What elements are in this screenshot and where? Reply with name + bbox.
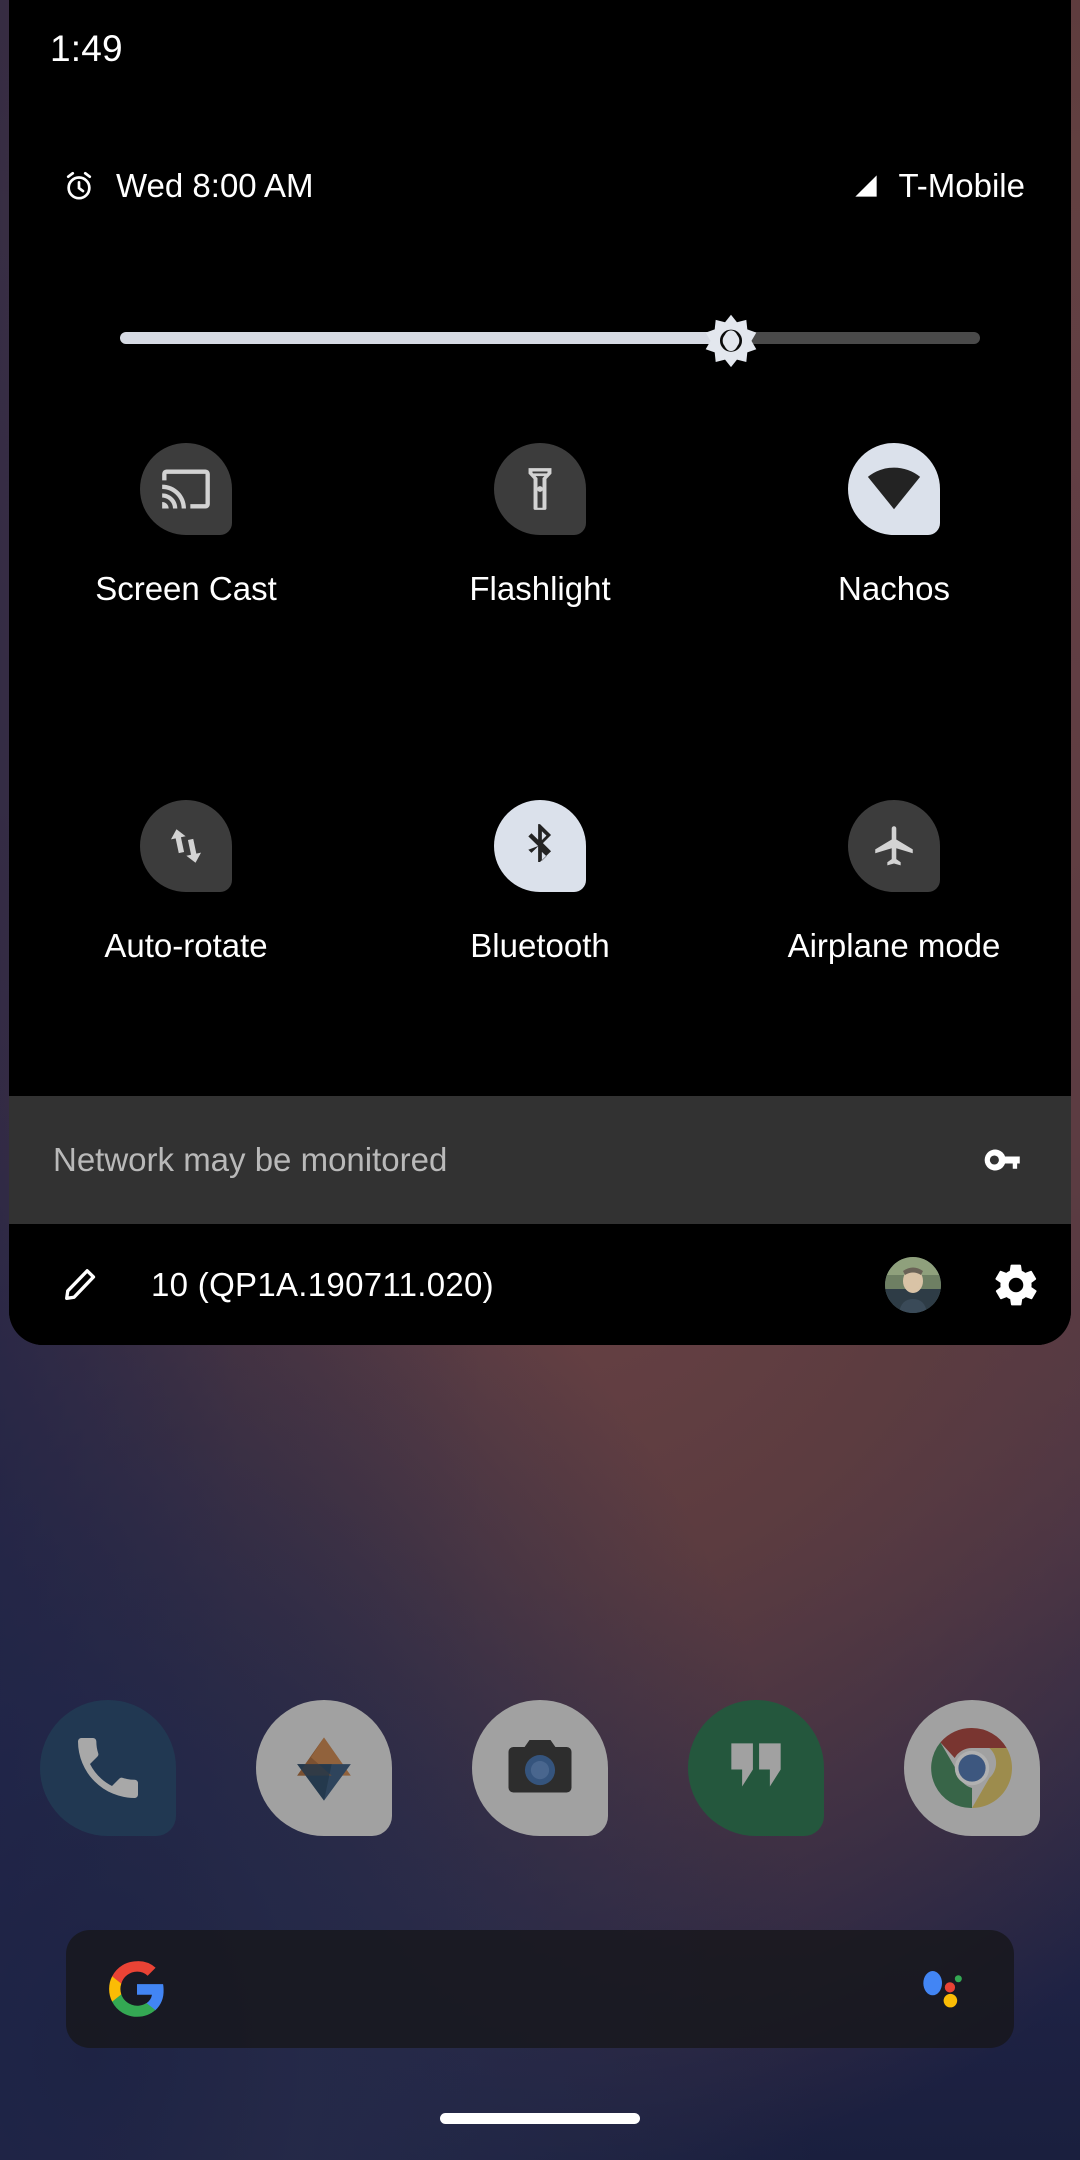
phone-app-icon[interactable]: [40, 1700, 176, 1836]
tile-label-bluetooth: Bluetooth: [470, 927, 610, 964]
quick-settings-tile-row-1: Screen Cast Flashlight Nachos: [9, 443, 1071, 609]
camera-app-icon[interactable]: [472, 1700, 608, 1836]
network-monitored-text: Network may be monitored: [53, 1141, 448, 1178]
brightness-sun-icon[interactable]: [704, 313, 758, 367]
tile-icon-bluetooth[interactable]: [494, 800, 586, 892]
camera-icon: [508, 1740, 572, 1793]
photos-app-icon[interactable]: [256, 1700, 392, 1836]
photos-triangle-icon: [297, 1737, 351, 1801]
bluetooth-icon: [528, 824, 552, 863]
airplane-icon: [875, 826, 913, 866]
signal-bars-icon: [855, 175, 878, 197]
phone-icon: [78, 1738, 138, 1798]
alarm-clock-icon: [66, 171, 92, 200]
tile-flashlight[interactable]: Flashlight: [363, 443, 717, 609]
flashlight-icon: [528, 468, 552, 510]
tile-label-airplane-mode: Airplane mode: [787, 927, 1001, 964]
network-monitored-banner[interactable]: Network may be monitored: [9, 1096, 1071, 1224]
brightness-slider[interactable]: [120, 314, 980, 367]
tile-icon-auto-rotate[interactable]: [140, 800, 232, 892]
tile-label-flashlight: Flashlight: [469, 570, 611, 607]
status-bar: 1:49: [9, 0, 1071, 96]
hangouts-icon: [731, 1743, 781, 1787]
tile-label-auto-rotate: Auto-rotate: [104, 927, 268, 964]
quick-settings-panel: 1:49 Wed 8:00 AM T-Mobile Screen Cast Fl…: [9, 0, 1071, 1345]
carrier-name: T-Mobile: [898, 167, 1025, 204]
tile-icon-screen-cast[interactable]: [140, 443, 232, 535]
status-bar-clock: 1:49: [50, 28, 123, 69]
alarm-text: Wed 8:00 AM: [116, 167, 314, 204]
tile-screen-cast[interactable]: Screen Cast: [9, 443, 363, 609]
google-g-icon: [109, 1961, 164, 2017]
google-assistant-icon[interactable]: [914, 1961, 970, 2017]
chrome-app-icon[interactable]: [904, 1700, 1040, 1836]
tile-airplane-mode[interactable]: Airplane mode: [717, 800, 1071, 966]
tile-nachos-wifi[interactable]: Nachos: [717, 443, 1071, 609]
brightness-track-inactive: [730, 332, 980, 344]
wifi-icon: [867, 467, 921, 510]
tile-icon-wifi[interactable]: [848, 443, 940, 535]
hangouts-app-icon[interactable]: [688, 1700, 824, 1836]
auto-rotate-icon: [170, 829, 202, 863]
dock-item-phone[interactable]: [0, 1700, 216, 1880]
tile-icon-flashlight[interactable]: [494, 443, 586, 535]
dock-item-camera[interactable]: [432, 1700, 648, 1880]
tile-bluetooth[interactable]: Bluetooth: [363, 800, 717, 966]
gear-icon[interactable]: [991, 1260, 1041, 1310]
carrier-status: T-Mobile: [850, 166, 1025, 206]
brightness-track-active: [120, 332, 731, 344]
tile-icon-airplane-mode[interactable]: [848, 800, 940, 892]
quick-settings-tile-row-2: Auto-rotate Bluetooth Airplane mode: [9, 800, 1071, 966]
google-search-bar[interactable]: [66, 1930, 1014, 2048]
dock-item-chrome[interactable]: [864, 1700, 1080, 1880]
dock-item-photos[interactable]: [216, 1700, 432, 1880]
cast-icon: [162, 469, 210, 509]
alarm-status[interactable]: Wed 8:00 AM: [62, 166, 314, 206]
dock-item-hangouts[interactable]: [648, 1700, 864, 1880]
quick-settings-footer: 10 (QP1A.190711.020): [9, 1224, 1071, 1345]
tile-label-nachos: Nachos: [838, 570, 950, 607]
pencil-edit-icon[interactable]: [59, 1264, 101, 1306]
home-gesture-pill[interactable]: [440, 2113, 640, 2124]
dock: [0, 1700, 1080, 1880]
tile-label-screen-cast: Screen Cast: [95, 570, 277, 607]
build-version-label: 10 (QP1A.190711.020): [151, 1265, 494, 1303]
quick-settings-header: Wed 8:00 AM T-Mobile: [9, 166, 1071, 224]
chrome-icon: [931, 1727, 1012, 1809]
vpn-key-icon[interactable]: [983, 1139, 1025, 1181]
avatar[interactable]: [885, 1256, 941, 1313]
avatar-photo: [885, 1256, 941, 1313]
tile-auto-rotate[interactable]: Auto-rotate: [9, 800, 363, 966]
